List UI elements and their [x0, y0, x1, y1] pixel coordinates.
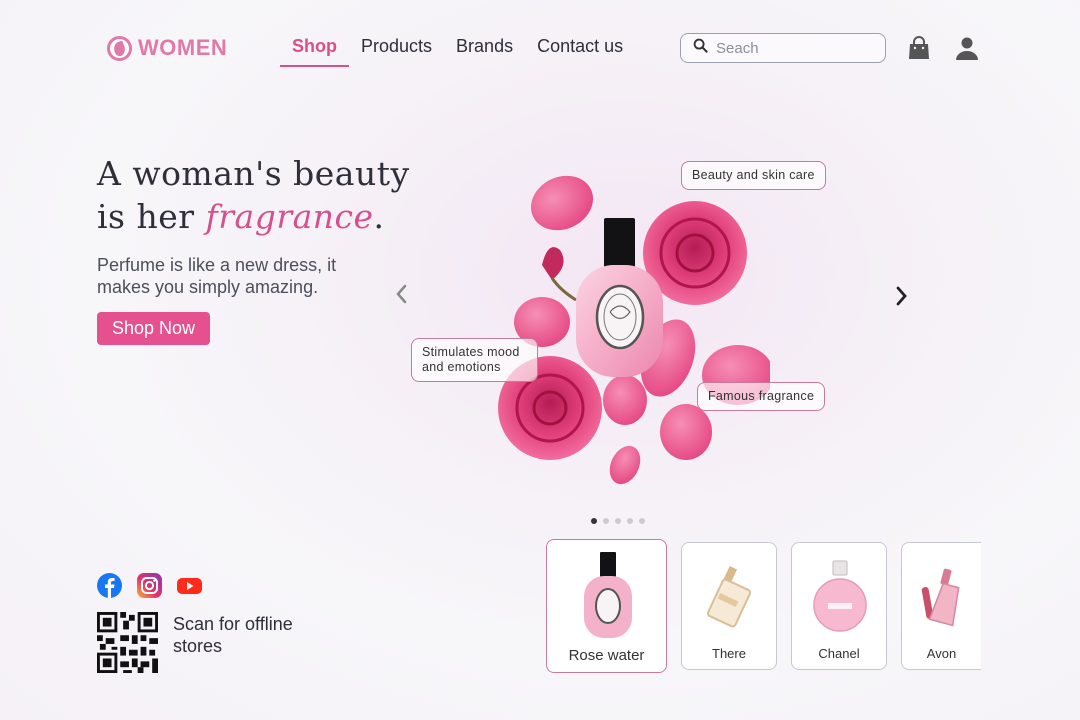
search-box[interactable]	[680, 33, 886, 63]
carousel-dot[interactable]	[591, 518, 597, 524]
brand-name: WOMEN	[138, 35, 228, 60]
hero-perfume-image	[498, 175, 770, 485]
chanel-bottle-image	[813, 560, 867, 632]
product-label: Chanel	[818, 646, 860, 661]
facebook-icon[interactable]	[97, 573, 122, 598]
search-icon	[693, 38, 708, 58]
tag-stimulates-mood: Stimulates mood and emotions	[411, 338, 538, 382]
qr-code	[97, 612, 158, 673]
shopping-bag-icon[interactable]	[908, 36, 930, 65]
product-card-there[interactable]: There	[681, 542, 777, 670]
carousel-dot[interactable]	[603, 518, 609, 524]
product-card-avon[interactable]: Avon	[901, 542, 981, 670]
tag-beauty-skin-care: Beauty and skin care	[681, 161, 826, 190]
carousel-dots	[591, 518, 645, 524]
social-links	[97, 573, 202, 598]
headline-suffix: .	[373, 197, 385, 236]
carousel-dot[interactable]	[615, 518, 621, 524]
nav-brands[interactable]: Brands	[444, 34, 525, 67]
main-nav: Shop Products Brands Contact us	[280, 34, 635, 67]
headline-line-1: A woman's beauty	[97, 154, 410, 193]
nav-contact-us[interactable]: Contact us	[525, 34, 635, 67]
nav-products[interactable]: Products	[349, 34, 444, 67]
rose-water-bottle-image	[584, 552, 632, 638]
scan-offline-stores-text: Scan for offline stores	[173, 614, 293, 656]
avon-bottle-image	[921, 568, 960, 627]
nav-shop[interactable]: Shop	[280, 34, 349, 67]
hero-headline: A woman's beauty is her fragrance.	[97, 152, 410, 238]
headline-accent: fragrance	[205, 197, 374, 236]
headline-line-2-prefix: is her	[97, 197, 206, 236]
product-label: Rose water	[568, 647, 645, 664]
tag-famous-fragrance: Famous fragrance	[697, 382, 826, 411]
carousel-dot[interactable]	[639, 518, 645, 524]
youtube-icon[interactable]	[177, 573, 202, 598]
product-label: There	[712, 646, 746, 661]
there-bottle-image	[706, 566, 752, 628]
carousel-prev-arrow-icon[interactable]	[395, 283, 407, 311]
product-card-rose-water[interactable]: Rose water	[546, 539, 667, 673]
search-input[interactable]	[716, 39, 866, 57]
product-label: Avon	[926, 646, 957, 661]
brand-logo[interactable]: WOMEN	[107, 35, 227, 61]
hero-subtext: Perfume is like a new dress, it makes yo…	[97, 255, 337, 297]
leaf-logo-icon	[107, 35, 132, 61]
product-card-chanel[interactable]: Chanel	[791, 542, 887, 670]
instagram-icon[interactable]	[137, 573, 162, 598]
carousel-next-arrow-icon[interactable]	[896, 285, 908, 313]
shop-now-button[interactable]: Shop Now	[97, 312, 210, 345]
user-icon[interactable]	[955, 36, 979, 65]
carousel-dot[interactable]	[627, 518, 633, 524]
